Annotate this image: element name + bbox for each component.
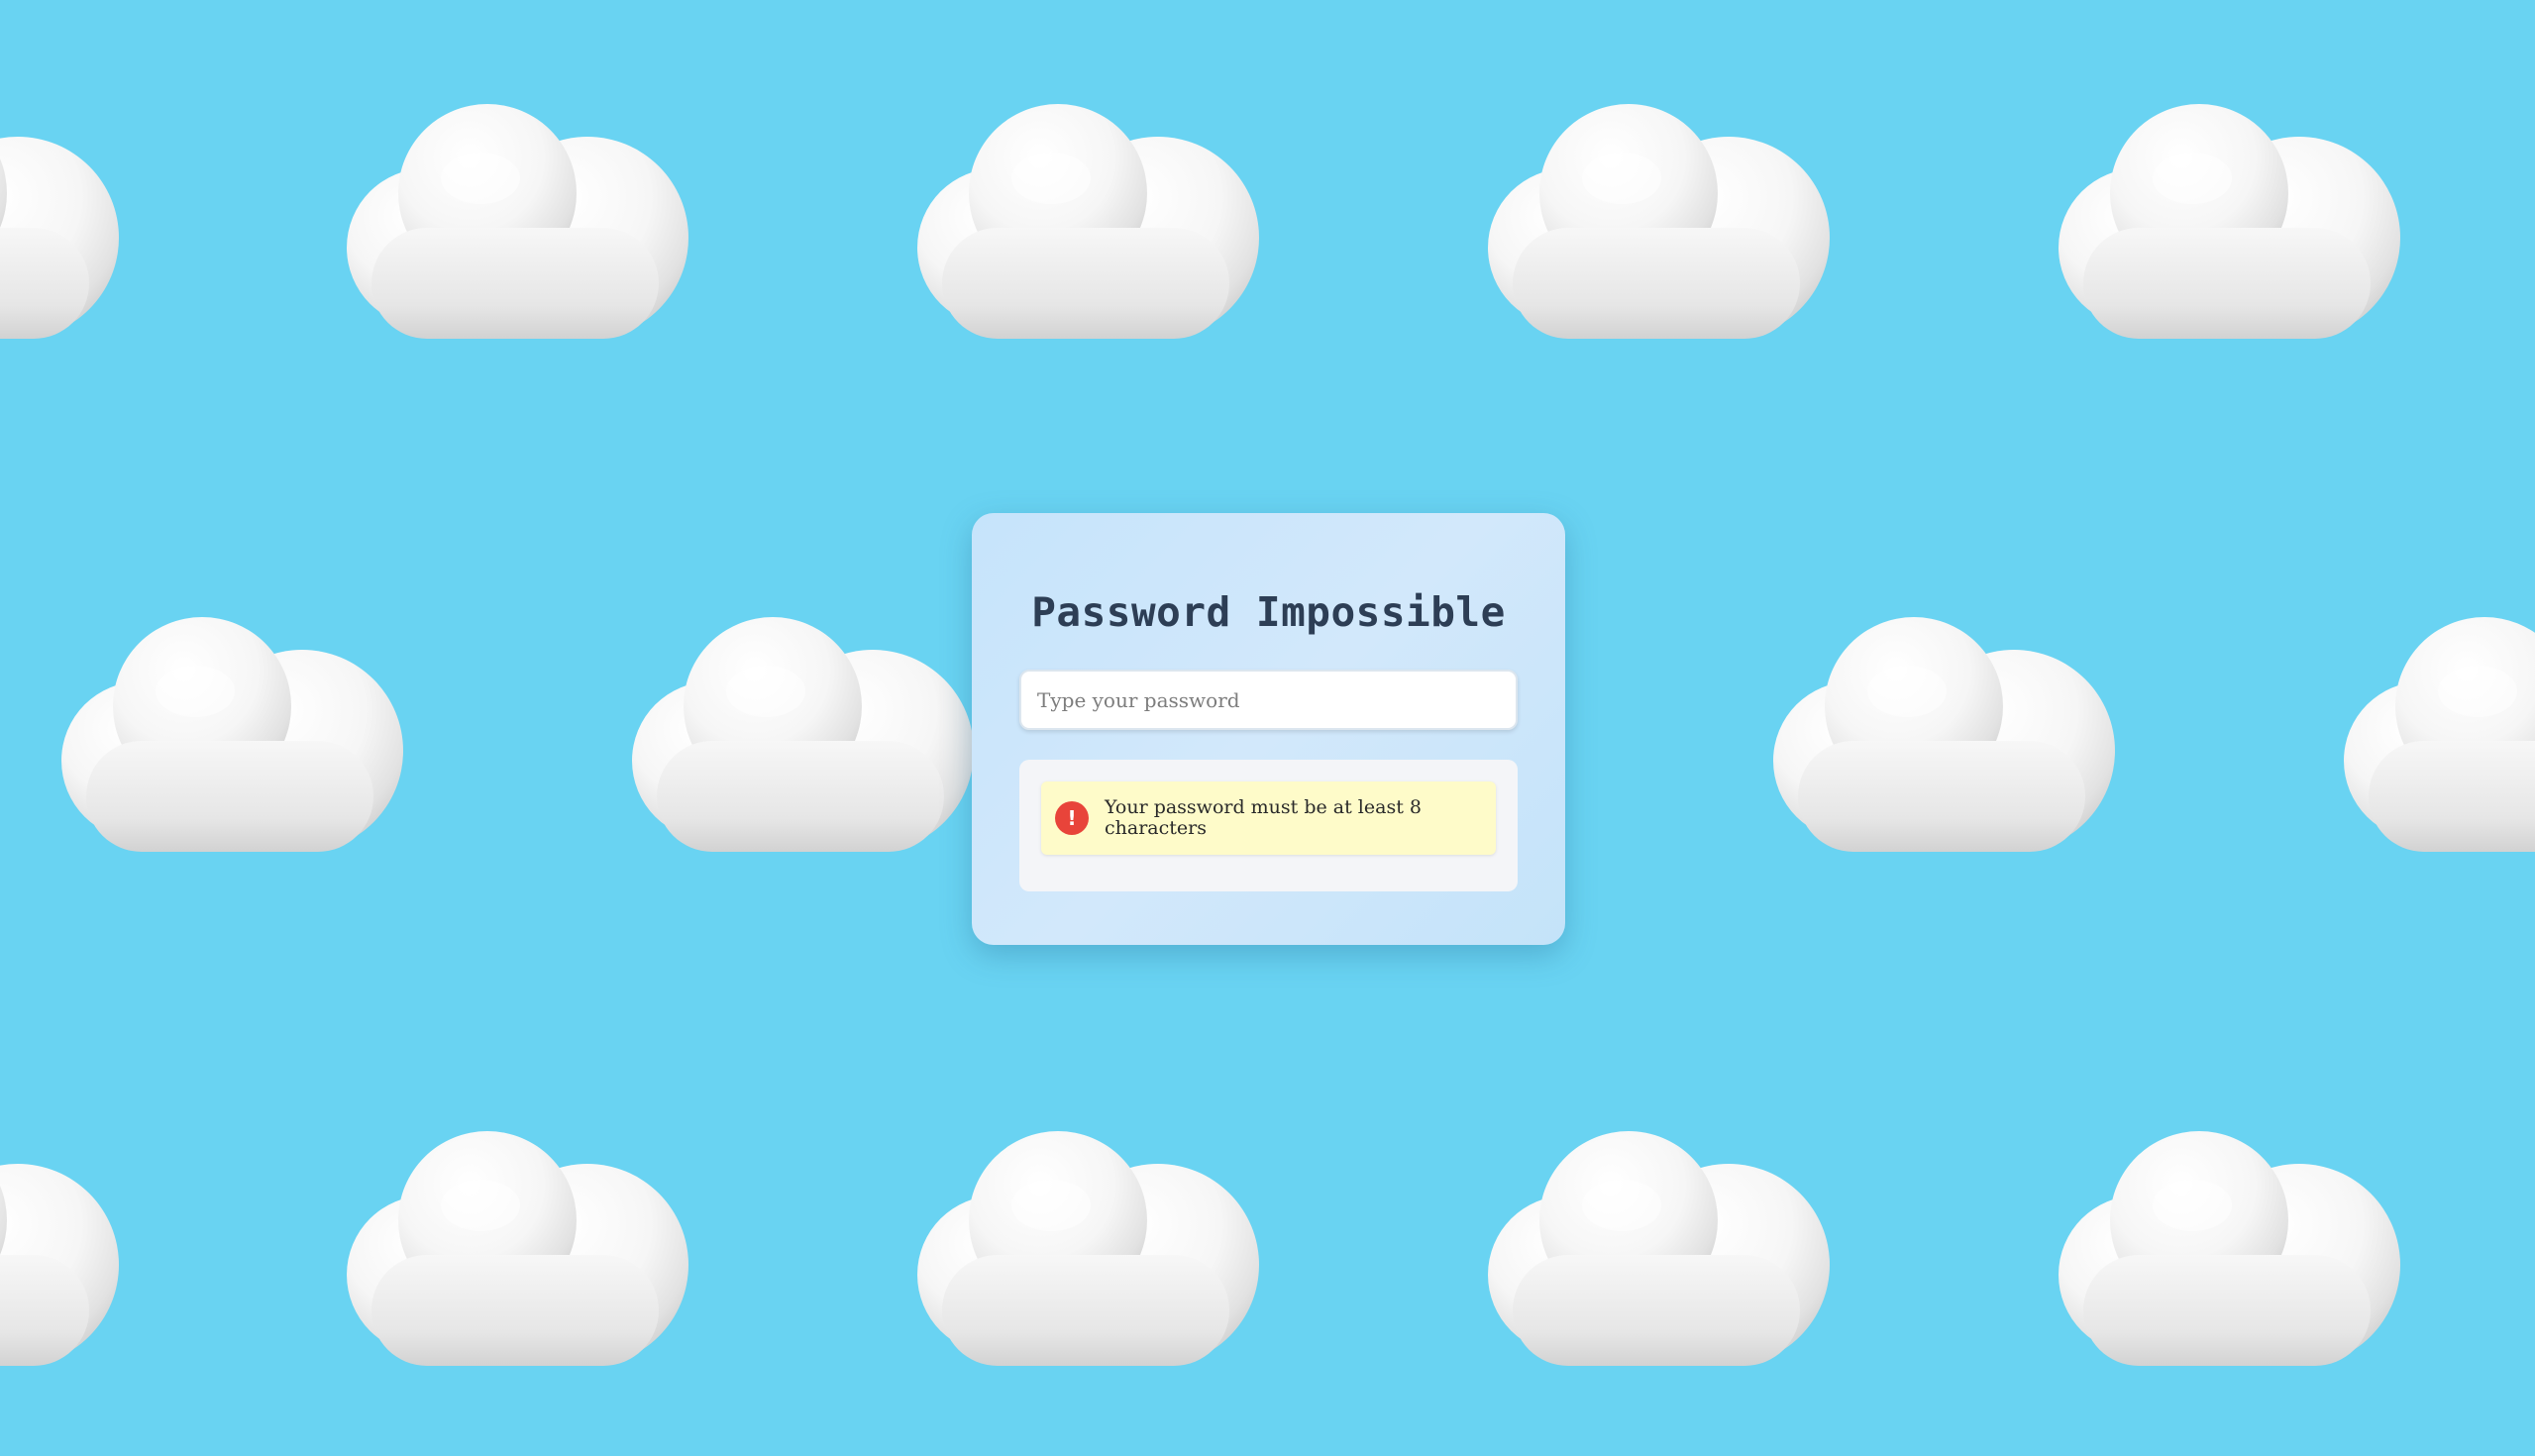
cloud-icon — [0, 99, 119, 347]
cloud-icon — [2044, 99, 2400, 347]
cloud-icon — [902, 99, 1259, 347]
rule-text: Your password must be at least 8 charact… — [1105, 796, 1422, 839]
cloud-icon — [2044, 1126, 2400, 1374]
cloud-icon — [1473, 1126, 1830, 1374]
cloud-icon — [1758, 612, 2115, 860]
cloud-icon — [332, 99, 688, 347]
rule-item: ! Your password must be at least 8 chara… — [1041, 781, 1496, 855]
cloud-icon — [617, 612, 974, 860]
cloud-icon — [902, 1126, 1259, 1374]
cloud-icon — [332, 1126, 688, 1374]
cloud-icon — [47, 612, 403, 860]
cloud-icon — [2329, 612, 2535, 860]
page-title: Password Impossible — [1031, 588, 1506, 636]
rules-panel: ! Your password must be at least 8 chara… — [1019, 760, 1518, 891]
password-input[interactable] — [1019, 670, 1518, 730]
exclamation-icon: ! — [1055, 801, 1089, 835]
cloud-icon — [0, 1126, 119, 1374]
password-card: Password Impossible ! Your password must… — [972, 513, 1565, 945]
cloud-icon — [1473, 99, 1830, 347]
